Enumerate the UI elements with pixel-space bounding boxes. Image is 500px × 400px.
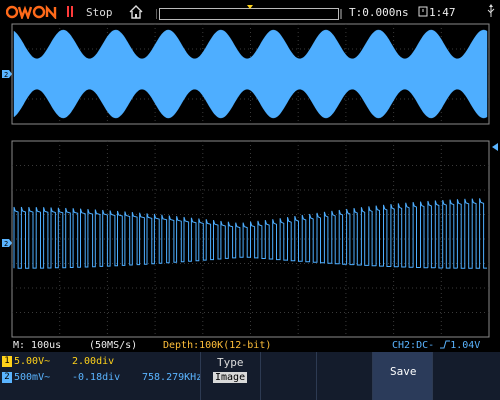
- save-button-label: Save: [390, 365, 417, 378]
- channel-1-position: 2.00div: [72, 355, 115, 367]
- sample-rate: (50MS/s): [89, 340, 138, 351]
- timebase[interactable]: M: 100us: [13, 340, 61, 351]
- trigger-level-arrow-icon[interactable]: [492, 143, 498, 151]
- channel-1-badge[interactable]: 1: [2, 355, 12, 367]
- channel-2-volts: 500mV~: [14, 371, 51, 383]
- channel-2-position: -0.18div: [72, 371, 121, 383]
- menu-type-value: Image: [213, 372, 248, 383]
- trigger-coupling: CH2:DC-: [392, 340, 435, 351]
- menu-empty-slot-3[interactable]: [432, 352, 500, 400]
- trigger-source[interactable]: CH2:DC- 1.04V: [392, 340, 480, 351]
- scope-display[interactable]: 2 2: [0, 0, 500, 352]
- save-button[interactable]: Save: [372, 352, 433, 400]
- channel-2-row[interactable]: 2 500mV~ -0.18div 758.279KHz: [0, 369, 202, 385]
- rising-edge-icon: [440, 340, 451, 349]
- menu-empty-slot-1[interactable]: [260, 352, 319, 400]
- trigger-level: 1.04V: [450, 340, 481, 351]
- channel-2-main-marker-icon[interactable]: 2: [2, 239, 12, 248]
- channel-1-volts: 5.00V~: [14, 355, 51, 367]
- channel-2-frequency: 758.279KHz: [142, 371, 203, 383]
- memory-depth[interactable]: Depth:100K(12-bit): [163, 340, 271, 351]
- menu-empty-slot-2[interactable]: [316, 352, 373, 400]
- svg-text:2: 2: [4, 71, 8, 79]
- menu-type-label: Type: [217, 356, 244, 369]
- channel-2-marker-icon[interactable]: 2: [2, 70, 12, 79]
- svg-text:2: 2: [4, 240, 8, 248]
- channel-2-badge[interactable]: 2: [2, 371, 12, 383]
- menu-type-button[interactable]: Type Image: [200, 352, 261, 400]
- status-line: M: 100us (50MS/s) Depth:100K(12-bit) CH2…: [0, 340, 500, 352]
- channel-1-row[interactable]: 1 5.00V~ 2.00div: [0, 353, 114, 369]
